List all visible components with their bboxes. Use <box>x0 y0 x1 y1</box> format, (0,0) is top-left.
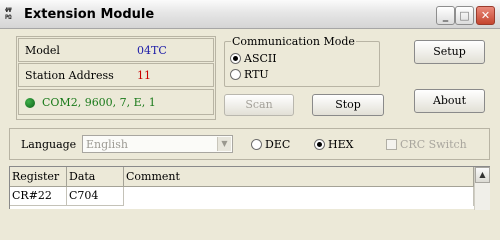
table-cell-comment[interactable] <box>124 187 474 206</box>
table-cell-data[interactable]: C704 <box>67 187 124 206</box>
ascii-label[interactable]: ASCII <box>244 52 277 65</box>
dec-radio[interactable] <box>251 139 262 150</box>
language-label: Language <box>21 138 77 151</box>
stop-button[interactable]: Stop <box>312 94 384 116</box>
crc-switch-label[interactable]: CRC Switch <box>400 138 467 151</box>
scan-button[interactable]: Scan <box>224 94 294 116</box>
setup-button[interactable]: Setup <box>414 40 485 64</box>
language-value: English <box>86 138 128 151</box>
rtu-label[interactable]: RTU <box>244 68 269 81</box>
scroll-up-icon[interactable]: ▲ <box>475 167 490 183</box>
station-address-row: Station Address 11 <box>18 63 214 87</box>
hex-radio[interactable] <box>314 139 325 150</box>
model-value: 04TC <box>137 44 167 57</box>
chevron-down-icon[interactable]: ▼ <box>217 137 231 151</box>
column-header-data[interactable]: Data <box>67 167 124 187</box>
table-scrollbar[interactable]: ▲ <box>474 167 490 210</box>
register-table[interactable]: Register Data Comment CR#22 C704 ▲ <box>9 166 490 210</box>
station-address-label: Station Address <box>25 69 114 82</box>
station-address-value: 11 <box>137 69 151 82</box>
communication-mode-title: Communication Mode <box>231 35 356 48</box>
maximize-button[interactable]: □ <box>455 6 474 25</box>
hex-label[interactable]: HEX <box>328 138 353 151</box>
dec-label[interactable]: DEC <box>265 138 290 151</box>
column-header-comment[interactable]: Comment <box>124 167 474 187</box>
table-cell-register[interactable]: CR#22 <box>10 187 67 206</box>
crc-switch-checkbox[interactable] <box>386 139 397 150</box>
connection-status-icon <box>25 98 35 108</box>
minimize-button[interactable]: _ <box>436 6 455 25</box>
app-icon: ΦΨ PΩ <box>5 7 12 21</box>
language-select[interactable]: English ▼ <box>82 135 233 153</box>
ascii-radio[interactable] <box>230 53 241 64</box>
model-row: Model 04TC <box>18 38 214 62</box>
window-title: Extension Module <box>24 7 155 22</box>
about-button[interactable]: About <box>414 89 485 113</box>
connection-status-row: COM2, 9600, 7, E, 1 <box>18 89 214 115</box>
column-header-register[interactable]: Register <box>10 167 67 187</box>
connection-settings: COM2, 9600, 7, E, 1 <box>42 96 156 109</box>
model-label: Model <box>25 44 60 57</box>
rtu-radio[interactable] <box>230 69 241 80</box>
title-bar[interactable]: ΦΨ PΩ Extension Module _ □ ✕ <box>0 0 500 29</box>
close-button[interactable]: ✕ <box>476 6 495 25</box>
